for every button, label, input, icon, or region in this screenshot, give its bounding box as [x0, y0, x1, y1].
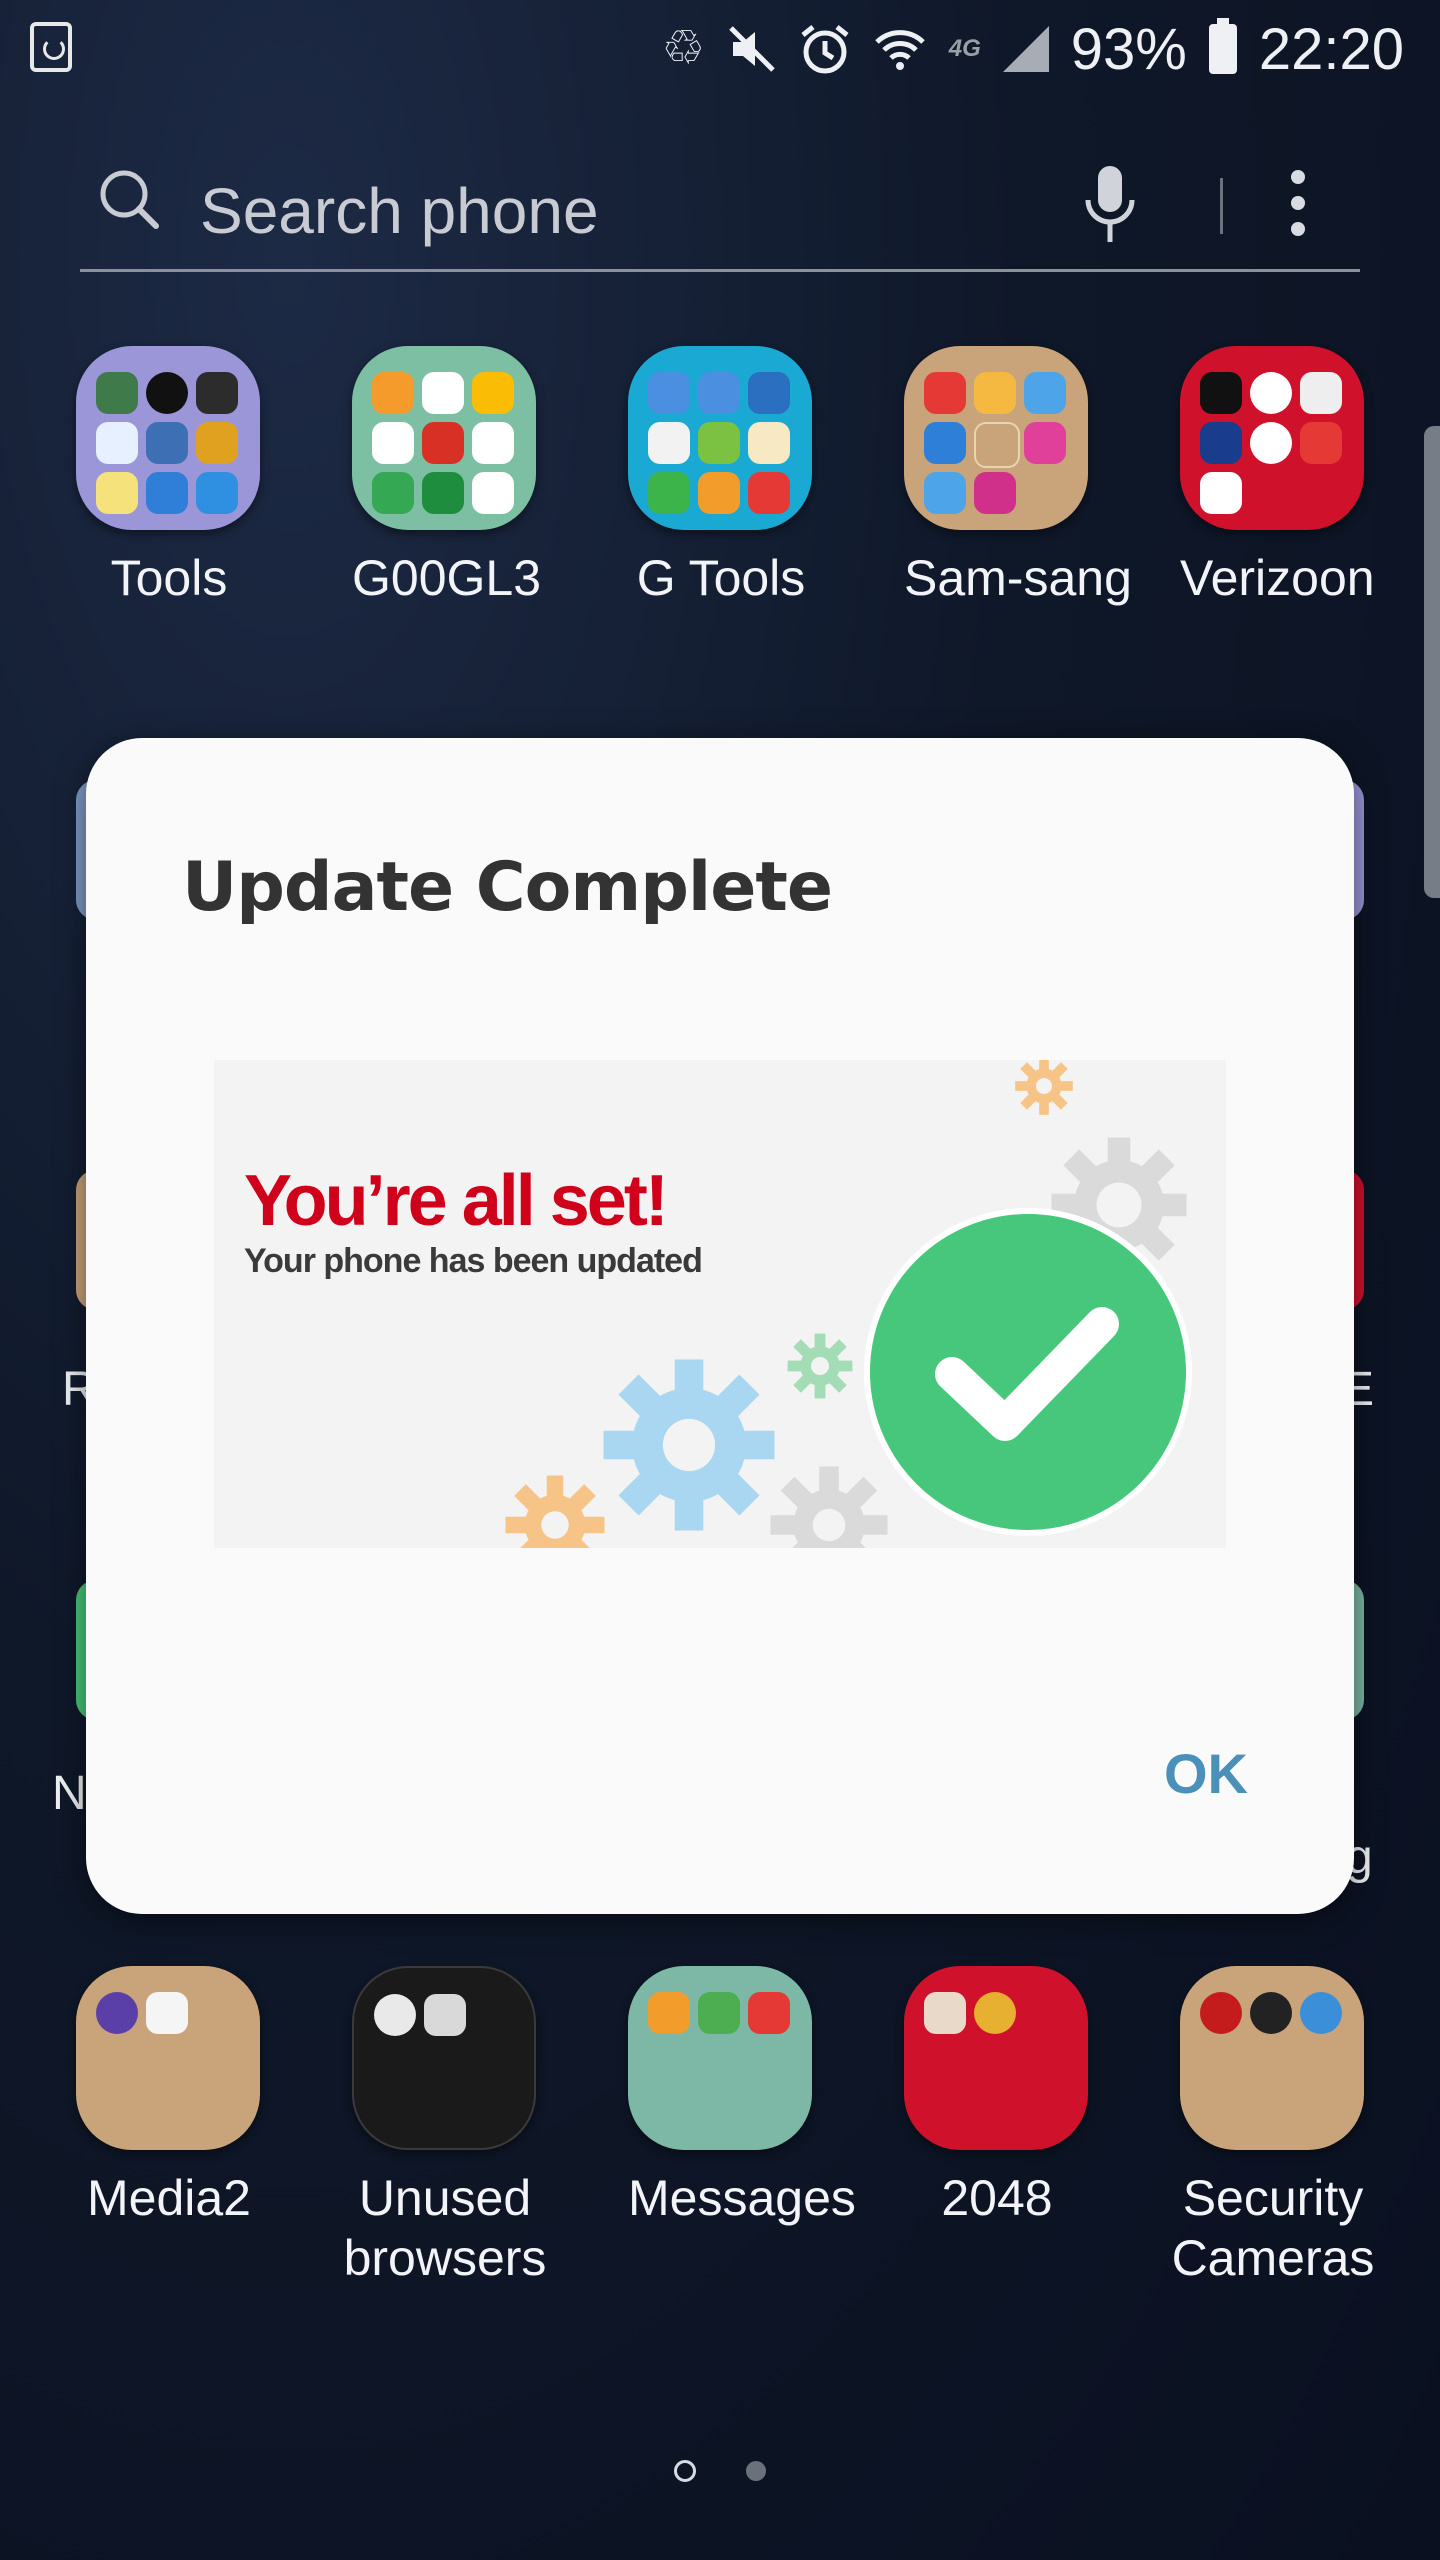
update-complete-dialog: Update Complete You’re all set! Your pho… [86, 738, 1354, 1914]
dialog-title: Update Complete [182, 848, 833, 927]
folder-2048[interactable]: 2048 [904, 1966, 1090, 2228]
banner-subtext: Your phone has been updated [244, 1242, 703, 1280]
page-dot[interactable] [746, 2461, 766, 2481]
folder-security-cameras[interactable]: Security Cameras [1172, 1966, 1374, 2288]
search-input[interactable]: Search phone [200, 174, 599, 248]
search-bar[interactable]: Search phone [80, 148, 1360, 272]
folder-g-tools[interactable]: G Tools [628, 346, 814, 608]
signal-icon [1002, 26, 1049, 72]
folder-media2-icon [76, 1966, 260, 2150]
folder-tools-icon [76, 346, 260, 530]
folder-label: Media2 [87, 2170, 251, 2226]
wifi-icon [874, 30, 925, 70]
gear-icon [1015, 1060, 1073, 1115]
folder-messages-icon [628, 1966, 812, 2150]
search-divider [1220, 178, 1223, 234]
folder-google-icon [352, 346, 536, 530]
folder-unused-browsers-icon [352, 1966, 536, 2150]
checkmark-icon [935, 1307, 1119, 1441]
gear-icon [505, 1475, 605, 1548]
folder-g-tools-icon [628, 346, 812, 530]
status-bar: ♲ 4G 93% 22:20 [0, 0, 1440, 100]
folder-label: Sam-sang [904, 550, 1132, 606]
gear-icon [787, 1333, 853, 1399]
alarm-icon [801, 25, 849, 74]
status-icons: ♲ 4G 93% 22:20 [662, 14, 1404, 84]
clock: 22:20 [1258, 16, 1404, 82]
folder-media2[interactable]: Media2 [76, 1966, 262, 2228]
folder-security-cameras-icon [1180, 1966, 1364, 2150]
banner-headline: You’re all set! [244, 1161, 669, 1241]
folder-unused-browsers[interactable]: Unused browsers [344, 1966, 546, 2288]
recycle-icon: ♲ [661, 22, 705, 75]
folder-samsung-icon [904, 346, 1088, 530]
folder-label: G00GL3 [352, 550, 542, 606]
microphone-icon[interactable] [1080, 162, 1140, 248]
page-indicator[interactable] [0, 2460, 1440, 2482]
home-page-dot[interactable] [674, 2460, 696, 2482]
folder-samsung[interactable]: Sam-sang [904, 346, 1132, 608]
folder-label: Tools [110, 550, 228, 606]
more-options-icon[interactable] [1288, 170, 1308, 242]
ok-button[interactable]: OK [1150, 1731, 1262, 1816]
folder-label: Messages [628, 2170, 856, 2226]
folder-label: Security Cameras [1171, 2170, 1375, 2286]
lte-icon: 4G [948, 35, 981, 62]
folder-2048-icon [904, 1966, 1088, 2150]
hidden-app-label: N [52, 1767, 87, 1820]
folder-tools[interactable]: Tools [76, 346, 262, 608]
gear-icon [603, 1359, 775, 1531]
folder-label: G Tools [636, 550, 806, 606]
screenshot-icon [30, 22, 72, 72]
battery-percent: 93% [1070, 16, 1187, 82]
folder-label: Unused browsers [343, 2170, 547, 2286]
folder-messages[interactable]: Messages [628, 1966, 856, 2228]
success-check-circle [864, 1208, 1192, 1536]
edge-panel-handle[interactable] [1424, 426, 1440, 898]
folder-label: Verizoon [1180, 550, 1375, 606]
mute-icon [728, 26, 775, 72]
folder-verizon-icon [1180, 346, 1364, 530]
update-banner-image: You’re all set! Your phone has been upda… [214, 1060, 1226, 1548]
battery-icon [1208, 18, 1237, 74]
folder-google[interactable]: G00GL3 [352, 346, 542, 608]
folder-verizon[interactable]: Verizoon [1180, 346, 1375, 608]
folder-label: 2048 [941, 2170, 1053, 2226]
search-icon [100, 170, 159, 229]
